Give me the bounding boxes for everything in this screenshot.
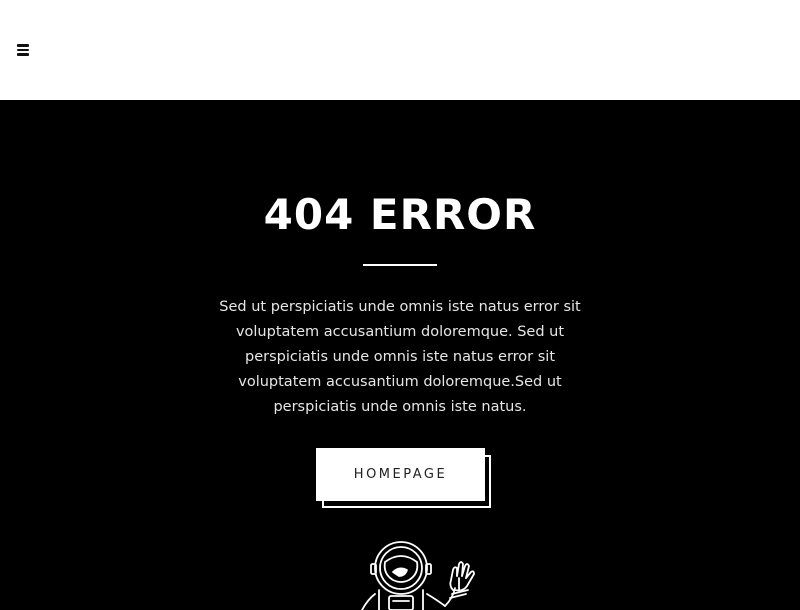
top-bar xyxy=(0,0,800,100)
menu-bar-bottom xyxy=(17,53,29,56)
homepage-button-wrapper: HOMEPAGE xyxy=(316,448,491,508)
title-divider xyxy=(363,264,437,266)
hamburger-menu-icon[interactable] xyxy=(14,41,32,59)
error-description: Sed ut perspiciatis unde omnis iste natu… xyxy=(219,299,581,415)
homepage-button[interactable]: HOMEPAGE xyxy=(316,448,485,501)
error-hero-section: 404 ERROR Sed ut perspiciatis unde omnis… xyxy=(0,100,800,610)
menu-bar-top xyxy=(17,44,29,47)
error-title: 404 ERROR xyxy=(263,190,537,239)
menu-bar-middle xyxy=(17,48,29,52)
